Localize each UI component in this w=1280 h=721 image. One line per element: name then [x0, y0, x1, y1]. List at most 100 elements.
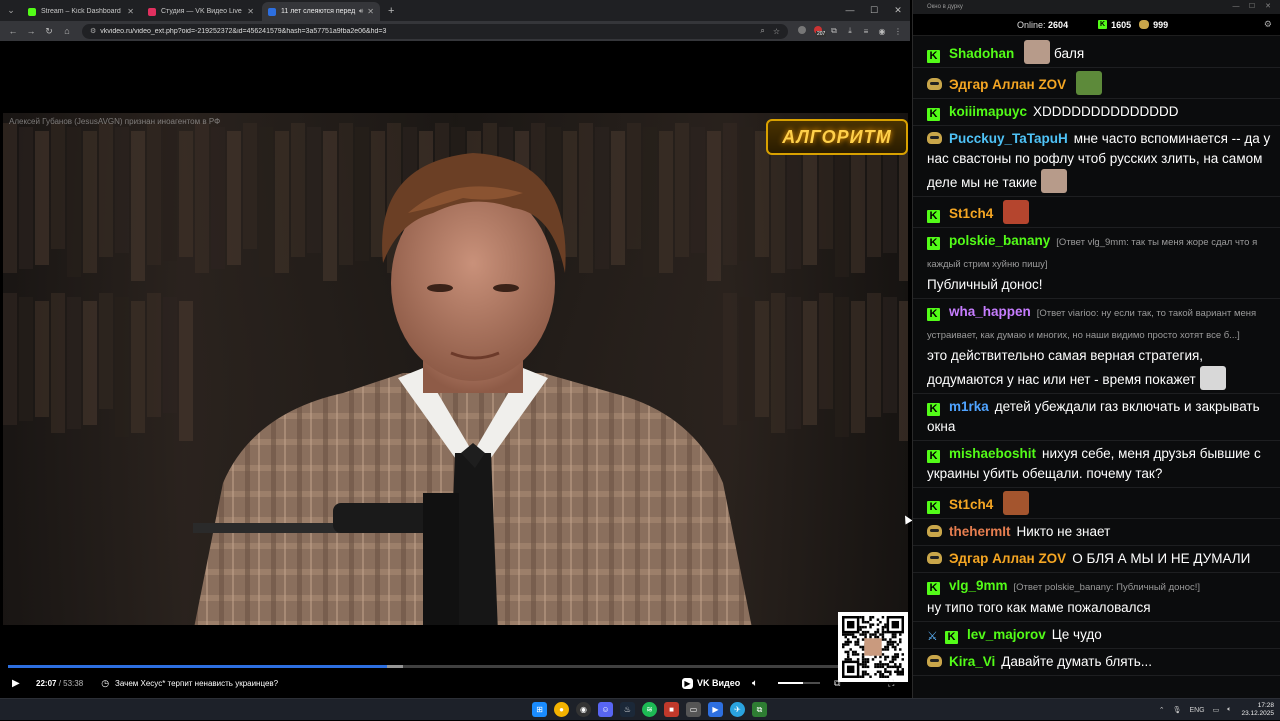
chat-message[interactable]: K Shadohan баля [913, 37, 1280, 68]
site-info-icon[interactable]: ⚙ [90, 27, 96, 35]
chat-message[interactable]: K St1ch4 [913, 197, 1280, 228]
browser-menu-icon[interactable]: ⋮ [890, 27, 906, 36]
spotify-icon[interactable]: ≋ [642, 702, 657, 717]
video-progress-bar[interactable] [8, 665, 840, 668]
chat-minimize-icon[interactable]: — [1228, 0, 1244, 14]
extension-badge-icon[interactable]: 207 [810, 26, 827, 37]
minimize-icon[interactable]: — [838, 0, 862, 21]
play-icon[interactable]: ▶ [12, 678, 24, 689]
chat-username[interactable]: St1ch4 [949, 497, 993, 512]
extension-icon[interactable] [794, 26, 810, 36]
media-player-icon[interactable]: ▶ [708, 702, 723, 717]
tab-close-icon[interactable]: ✕ [127, 7, 134, 16]
obs-icon[interactable]: ◉ [576, 702, 591, 717]
discord-icon[interactable]: ☺ [598, 702, 613, 717]
chat-message[interactable]: Pucckuy_TaTapuH мне часто вспоминается --… [913, 126, 1280, 197]
tab-search-icon[interactable]: ⌄ [0, 0, 22, 21]
chat-message[interactable]: Kira_Vi Давайте думать блять... [913, 649, 1280, 676]
app-red-icon[interactable]: ■ [664, 702, 679, 717]
kick-badge-icon: K [927, 237, 940, 250]
tab-close-icon[interactable]: ✕ [367, 7, 374, 16]
miniplayer-icon[interactable]: ⧉ [834, 678, 840, 689]
url-text[interactable]: vkvideo.ru/video_ext.php?oid=-219252372&… [100, 28, 752, 35]
tab-groups-icon[interactable]: ≡ [858, 27, 874, 36]
chat-username[interactable]: St1ch4 [949, 206, 993, 221]
chat-username[interactable]: wha_happen [949, 304, 1031, 319]
book-spine [115, 297, 129, 437]
tab-audio-icon[interactable]: 🔊︎ [359, 8, 363, 16]
chat-username[interactable]: Pucckuy_TaTapuH [949, 131, 1068, 146]
chat-username[interactable]: lev_majorov [967, 627, 1046, 642]
chat-message[interactable]: Kkoiiimapuyc XDDDDDDDDDDDDDD [913, 99, 1280, 126]
episode-button[interactable]: ◷ Зачем Хесус* терпит ненависть украинце… [101, 678, 278, 689]
forward-icon[interactable]: → [22, 26, 40, 36]
chat-username[interactable]: polskie_banany [949, 233, 1050, 248]
browser-tab[interactable]: Студия — VK Видео Live ✕ [142, 2, 260, 21]
close-icon[interactable]: ✕ [886, 0, 910, 21]
telegram-icon[interactable]: ✈ [730, 702, 745, 717]
chat-message[interactable]: Km1rka детей убеждали газ включать и закр… [913, 394, 1280, 441]
chat-message[interactable]: Kvlg_9mm [Ответ polskie_banany: Публичный… [913, 573, 1280, 622]
chat-message[interactable]: Kmishaeboshit нихуя себе, меня друзья быв… [913, 441, 1280, 488]
chat-message[interactable]: Kpolskie_banany [Ответ vlg_9mm: так ты ме… [913, 228, 1280, 299]
chat-username[interactable]: Kira_Vi [949, 654, 995, 669]
chat-message[interactable]: ⚔ Klev_majorov Це чудо [913, 622, 1280, 649]
chat-message[interactable]: thehermIt Никто не знает [913, 519, 1280, 546]
reply-quote[interactable]: [Ответ polskie_banany: Публичный донос!] [1014, 582, 1200, 593]
chat-message[interactable]: K St1ch4 [913, 488, 1280, 519]
chat-username[interactable]: vlg_9mm [949, 578, 1008, 593]
chat-message-list[interactable]: K Shadohan баля Эдгар Аллан ZOV Kkoiiimapu… [913, 37, 1280, 676]
book-spine [803, 301, 817, 425]
chat-username[interactable]: koiiimapuyc [949, 104, 1027, 119]
profile-icon[interactable]: ◉ [874, 27, 890, 36]
browser-tab[interactable]: 11 лет слеяются перед Укра🔊︎ ✕ [262, 2, 380, 21]
app-green-icon[interactable]: ⧉ [752, 702, 767, 717]
back-icon[interactable]: ← [4, 26, 22, 36]
chat-username[interactable]: Эдгар Аллан ZOV [949, 77, 1066, 92]
fullscreen-icon[interactable]: ⛶ [888, 678, 894, 689]
omnibox[interactable]: ⚙ vkvideo.ru/video_ext.php?oid=-21925237… [82, 23, 788, 39]
chat-username[interactable]: mishaeboshit [949, 446, 1036, 461]
chat-message[interactable]: Kwha_happen [Ответ viarioo: ну если так, … [913, 299, 1280, 394]
volume-slider[interactable] [778, 682, 820, 684]
chat-username[interactable]: thehermIt [949, 524, 1011, 539]
book-spine [67, 127, 81, 277]
start-windows-icon[interactable]: ⊞ [532, 702, 547, 717]
extensions-puzzle-icon[interactable]: ⧉ [826, 26, 842, 36]
microphone-icon[interactable]: 🎙︎ [1173, 706, 1182, 714]
chat-maximize-icon[interactable]: ☐ [1244, 0, 1260, 14]
chat-window-controls: — ☐ ✕ [1228, 0, 1276, 14]
window-controls: — ☐ ✕ [838, 0, 910, 21]
new-tab-button[interactable]: + [382, 2, 400, 21]
chat-username[interactable]: Shadohan [949, 46, 1014, 61]
language-indicator[interactable]: ENG [1189, 707, 1204, 714]
chat-settings-icon[interactable]: ⚙ [1264, 19, 1272, 30]
reload-icon[interactable]: ↻ [40, 26, 58, 37]
zoom-icon[interactable]: ⌕ [760, 26, 764, 36]
chat-close-icon[interactable]: ✕ [1260, 0, 1276, 14]
vk-video-brand[interactable]: ▶ VK Видео [682, 677, 740, 689]
chat-emote-icon [1076, 71, 1103, 95]
browser-tab[interactable]: Stream – Kick Dashboard ✕ [22, 2, 140, 21]
steam-icon[interactable]: ♨ [620, 702, 635, 717]
book-spine [131, 131, 145, 281]
speaker-icon[interactable]: 🔈︎ [1227, 706, 1231, 714]
app-gray-icon[interactable]: ▭ [686, 702, 701, 717]
book-spine [835, 297, 849, 437]
tray-overflow-icon[interactable]: ⌃ [1159, 706, 1165, 714]
video-frame[interactable]: Алексей Губанов (JesusAVGN) признан иноа… [3, 113, 908, 625]
book-spine [3, 293, 17, 425]
clock[interactable]: 17:28 23.12.2025 [1241, 702, 1274, 718]
chat-username[interactable]: m1rka [949, 399, 989, 414]
home-icon[interactable]: ⌂ [58, 26, 76, 36]
chat-message[interactable]: Эдгар Аллан ZOV [913, 68, 1280, 99]
chrome-icon[interactable]: ● [554, 702, 569, 717]
bookmark-star-icon[interactable]: ☆ [773, 27, 780, 36]
tab-close-icon[interactable]: ✕ [247, 7, 254, 16]
downloads-icon[interactable]: ⤓ [842, 26, 858, 36]
network-icon[interactable]: ▭ [1213, 706, 1220, 714]
chat-message[interactable]: Эдгар Аллан ZOV О БЛЯ А МЫ И НЕ ДУМАЛИ [913, 546, 1280, 573]
chat-username[interactable]: Эдгар Аллан ZOV [949, 551, 1066, 566]
volume-icon[interactable]: 🔈︎ [752, 678, 758, 689]
maximize-icon[interactable]: ☐ [862, 0, 886, 21]
